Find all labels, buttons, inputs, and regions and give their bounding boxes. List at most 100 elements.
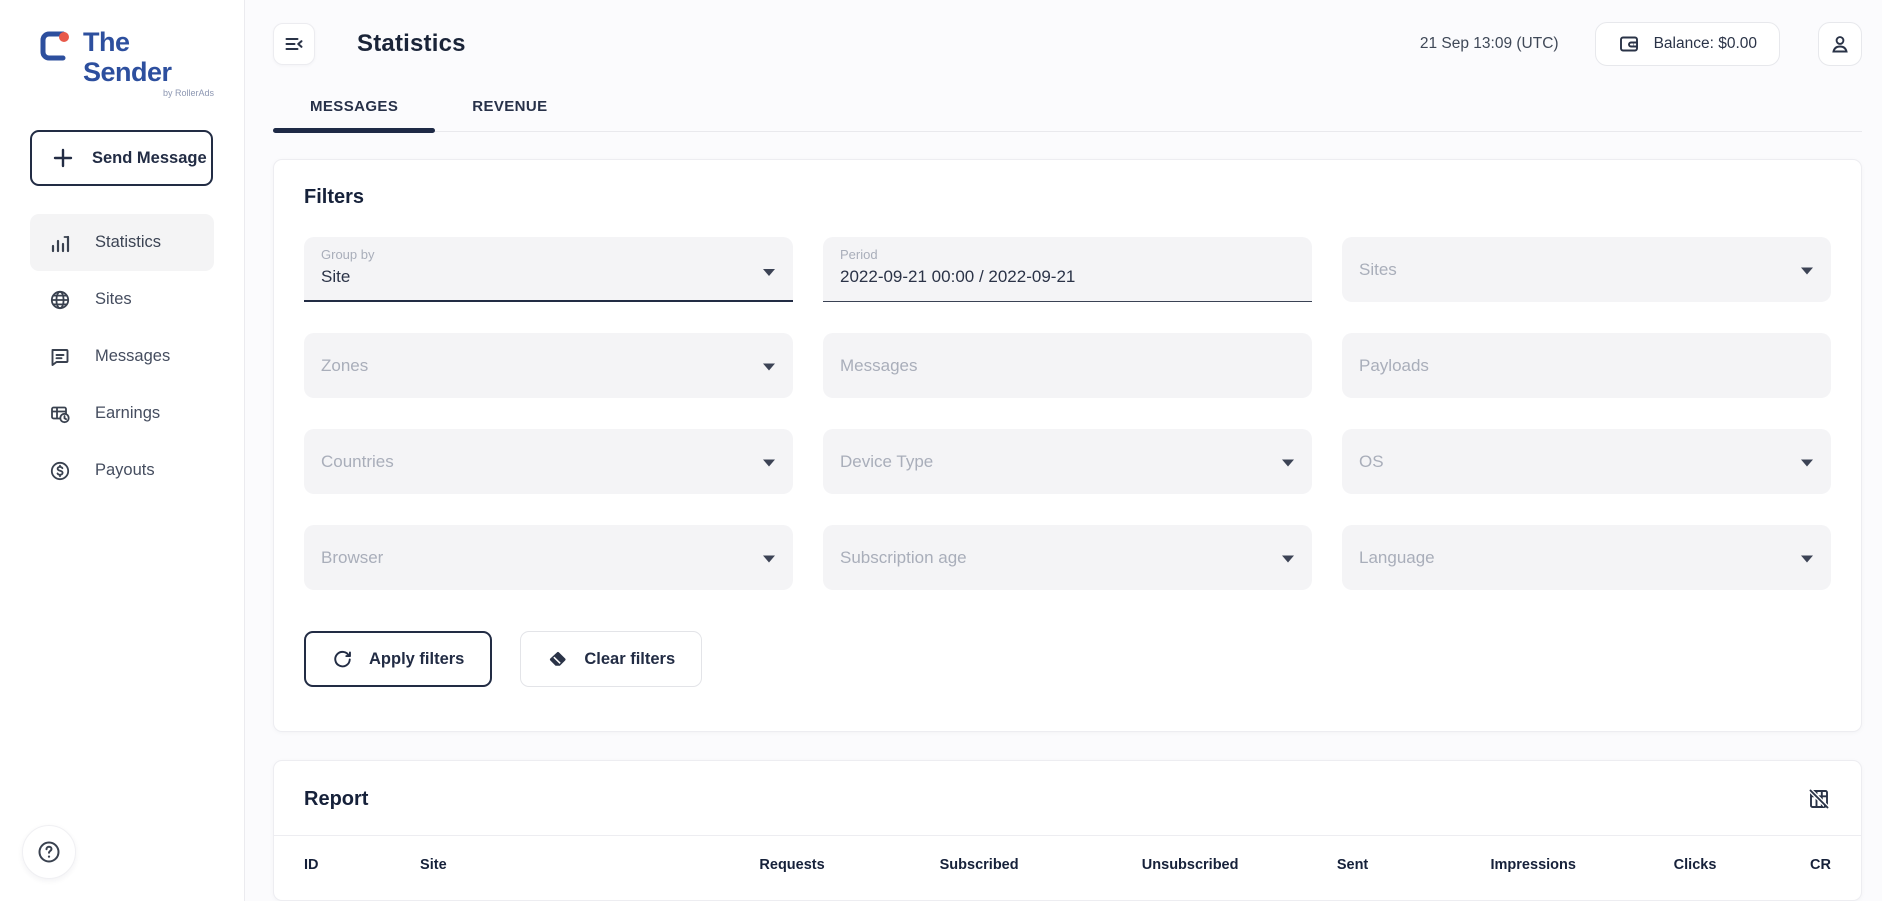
- current-datetime: 21 Sep 13:09 (UTC): [1419, 35, 1559, 52]
- filter-actions: Apply filters Clear filters: [304, 631, 1831, 687]
- field-value: Site: [321, 267, 351, 286]
- sidebar-item-statistics[interactable]: Statistics: [30, 214, 214, 272]
- chevron-down-icon: [1801, 459, 1813, 467]
- column-header-unsubscribed[interactable]: Unsubscribed: [1019, 857, 1239, 873]
- os-select[interactable]: OS: [1342, 429, 1831, 494]
- balance-button[interactable]: Balance: $0.00: [1594, 22, 1780, 66]
- clear-filters-button[interactable]: Clear filters: [520, 631, 703, 687]
- bar-chart-icon: [49, 232, 71, 254]
- column-header-id[interactable]: ID: [304, 857, 420, 873]
- topbar: Statistics 21 Sep 13:09 (UTC) Balance: $…: [273, 22, 1862, 66]
- sidebar-item-sites[interactable]: Sites: [30, 271, 214, 328]
- user-menu-button[interactable]: [1818, 22, 1862, 66]
- field-placeholder: Messages: [840, 355, 918, 375]
- chevron-down-icon: [763, 363, 775, 371]
- globe-icon: [49, 289, 71, 311]
- field-placeholder: Browser: [321, 547, 384, 567]
- column-header-sent[interactable]: Sent: [1238, 857, 1368, 873]
- sites-select[interactable]: Sites: [1342, 237, 1831, 302]
- chevron-down-icon: [763, 269, 775, 276]
- tab-messages[interactable]: MESSAGES: [273, 98, 436, 133]
- main-content: Statistics 21 Sep 13:09 (UTC) Balance: $…: [245, 0, 1882, 901]
- field-placeholder: Language: [1359, 547, 1435, 567]
- field-placeholder: Payloads: [1359, 355, 1429, 375]
- column-header-subscribed[interactable]: Subscribed: [825, 857, 1019, 873]
- field-value: 2022-09-21 00:00 / 2022-09-21: [840, 267, 1076, 286]
- balance-label: Balance: $0.00: [1653, 35, 1757, 52]
- subscription-age-select[interactable]: Subscription age: [823, 525, 1312, 590]
- menu-fold-icon: [283, 33, 305, 55]
- eraser-icon: [547, 649, 568, 670]
- logo-title: The Sender: [83, 27, 172, 87]
- sidebar-item-label: Messages: [95, 347, 171, 366]
- sidebar-item-payouts[interactable]: Payouts: [30, 442, 214, 499]
- tab-revenue[interactable]: REVENUE: [435, 98, 584, 131]
- period-input[interactable]: Period 2022-09-21 00:00 / 2022-09-21: [823, 237, 1312, 302]
- wallet-icon: [1618, 33, 1640, 55]
- plus-icon: [52, 147, 74, 169]
- chat-icon: [49, 346, 71, 368]
- user-icon: [1829, 33, 1851, 55]
- field-placeholder: Sites: [1359, 259, 1397, 279]
- sidebar-collapse-button[interactable]: [273, 23, 315, 65]
- payloads-input[interactable]: Payloads: [1342, 333, 1831, 398]
- column-header-requests[interactable]: Requests: [625, 857, 824, 873]
- messages-input[interactable]: Messages: [823, 333, 1312, 398]
- page-title: Statistics: [357, 30, 466, 57]
- filters-heading: Filters: [304, 186, 365, 208]
- chevron-down-icon: [1801, 555, 1813, 563]
- sidebar-item-label: Sites: [95, 290, 132, 309]
- sidebar-item-messages[interactable]: Messages: [30, 328, 214, 385]
- field-placeholder: Subscription age: [840, 547, 967, 567]
- payouts-icon: [49, 460, 71, 482]
- apply-filters-button[interactable]: Apply filters: [304, 631, 493, 687]
- chevron-down-icon: [763, 555, 775, 563]
- column-header-impressions[interactable]: Impressions: [1368, 857, 1576, 873]
- table-off-icon: [1807, 787, 1831, 811]
- zones-select[interactable]: Zones: [304, 333, 793, 398]
- logo-mark-icon: [38, 28, 74, 64]
- toggle-columns-button[interactable]: [1807, 787, 1831, 811]
- logo[interactable]: The Sender by RollerAds: [38, 27, 214, 98]
- column-header-clicks[interactable]: Clicks: [1576, 857, 1717, 873]
- apply-filters-label: Apply filters: [369, 649, 465, 668]
- question-icon: [36, 839, 62, 865]
- group-by-select[interactable]: Group by Site: [304, 237, 793, 302]
- send-message-label: Send Message: [92, 148, 207, 167]
- device-type-select[interactable]: Device Type: [823, 429, 1312, 494]
- filters-panel: Filters Group by Site Period 2022-09-21 …: [273, 159, 1862, 732]
- field-placeholder: Countries: [321, 451, 394, 471]
- browser-select[interactable]: Browser: [304, 525, 793, 590]
- clear-filters-label: Clear filters: [584, 649, 676, 668]
- countries-select[interactable]: Countries: [304, 429, 793, 494]
- report-header: Report: [274, 761, 1861, 836]
- report-table-header: ID Site Requests Subscribed Unsubscribed…: [274, 836, 1861, 894]
- tab-bar: MESSAGES REVENUE: [273, 98, 1862, 133]
- field-placeholder: OS: [1359, 451, 1384, 471]
- earnings-icon: [49, 403, 71, 425]
- field-placeholder: Device Type: [840, 451, 934, 471]
- chevron-down-icon: [763, 459, 775, 467]
- report-heading: Report: [304, 787, 369, 810]
- sidebar: The Sender by RollerAds Send Message Sta…: [0, 0, 245, 901]
- field-label: Group by: [321, 247, 375, 262]
- field-placeholder: Zones: [321, 355, 369, 375]
- sidebar-item-label: Earnings: [95, 404, 161, 423]
- chevron-down-icon: [1282, 459, 1294, 467]
- filters-grid: Group by Site Period 2022-09-21 00:00 / …: [304, 237, 1831, 590]
- field-label: Period: [840, 247, 878, 262]
- sidebar-item-label: Statistics: [95, 233, 162, 252]
- send-message-button[interactable]: Send Message: [30, 130, 213, 187]
- app-root: The Sender by RollerAds Send Message Sta…: [0, 0, 1882, 901]
- language-select[interactable]: Language: [1342, 525, 1831, 590]
- column-header-site[interactable]: Site: [420, 857, 625, 873]
- chevron-down-icon: [1282, 555, 1294, 563]
- chevron-down-icon: [1801, 267, 1813, 275]
- report-panel: Report ID Site Requests Subscribed Unsub…: [273, 760, 1862, 901]
- sidebar-item-earnings[interactable]: Earnings: [30, 385, 214, 442]
- sidebar-item-label: Payouts: [95, 461, 155, 480]
- help-button[interactable]: [22, 825, 76, 879]
- refresh-icon: [332, 649, 353, 670]
- sidebar-nav: Statistics Sites Messages Earnings Payou…: [30, 214, 214, 499]
- column-header-cr[interactable]: CR: [1716, 857, 1831, 873]
